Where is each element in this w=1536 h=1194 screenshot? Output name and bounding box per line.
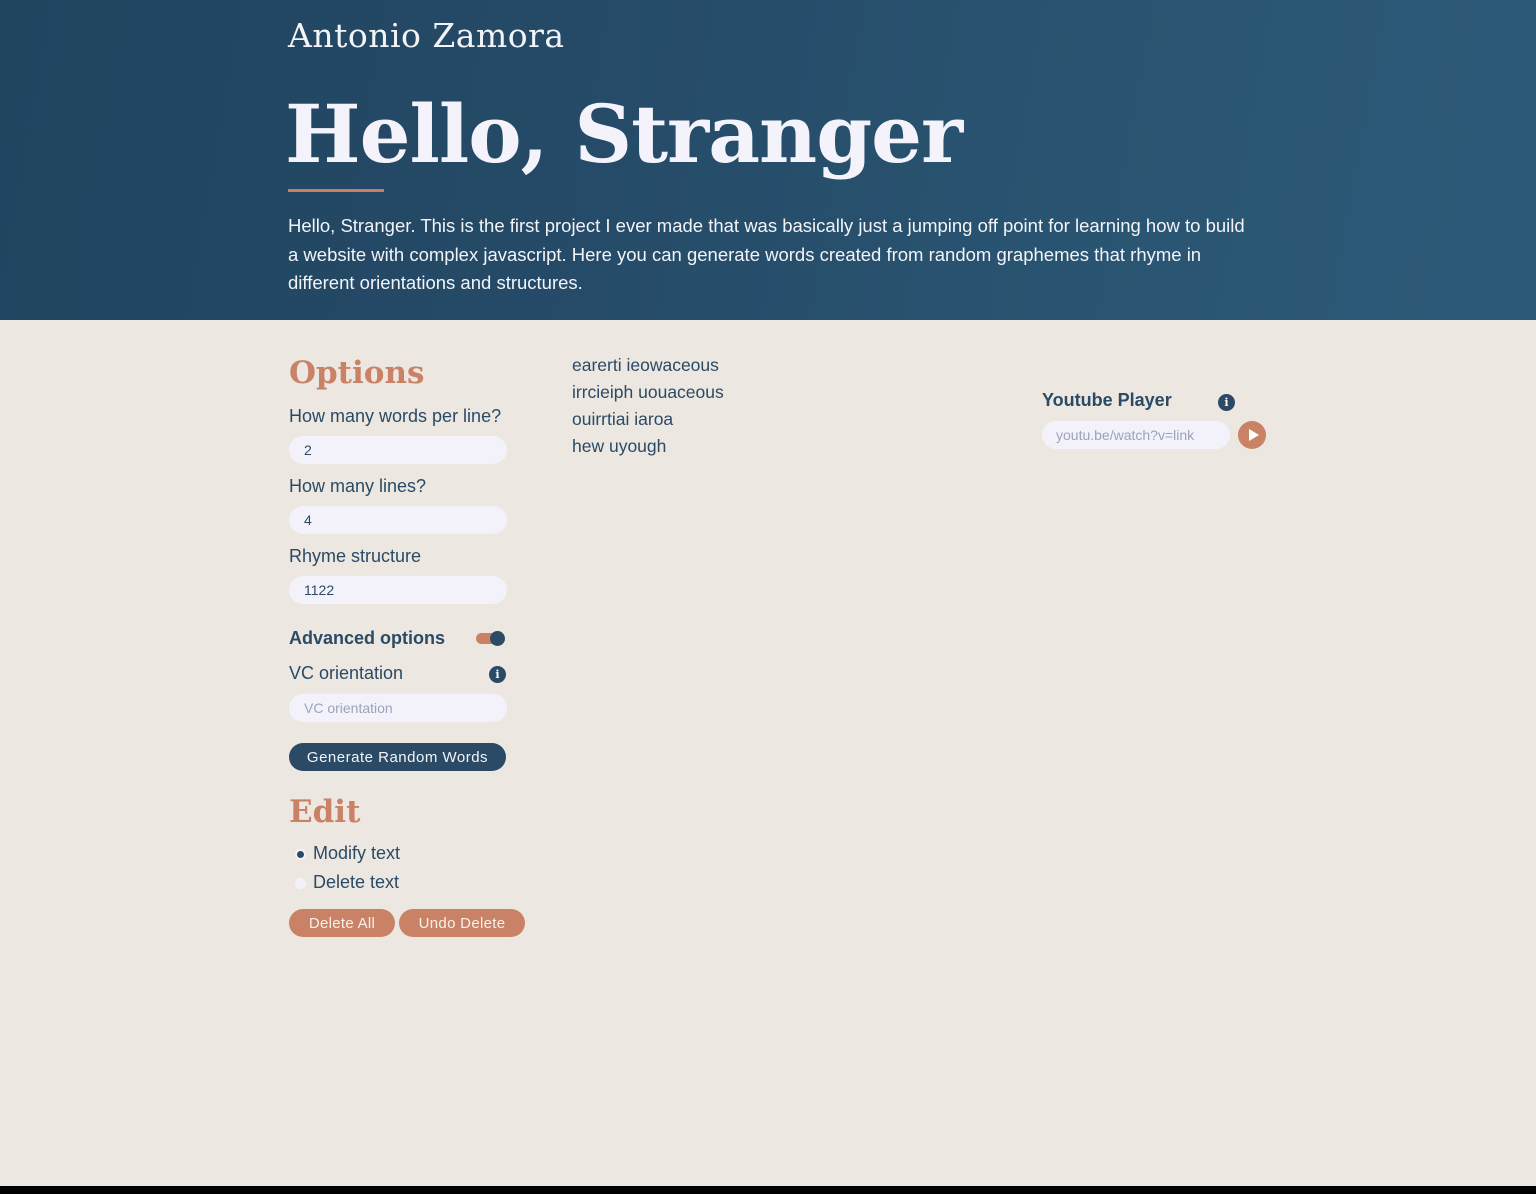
radio-unselected-icon[interactable] [295, 878, 306, 889]
bottom-bar [0, 1186, 1536, 1194]
title-underline [288, 189, 384, 192]
words-per-line-input[interactable] [289, 436, 507, 464]
youtube-play-button[interactable] [1238, 421, 1266, 449]
generated-line[interactable]: ouirrtiai iaroa [572, 406, 724, 433]
radio-label: Modify text [313, 843, 401, 863]
undo-delete-button[interactable]: Undo Delete [399, 909, 525, 937]
generate-random-words-button[interactable]: Generate Random Words [289, 743, 506, 771]
hero-banner: Antonio Zamora Hello, Stranger Hello, St… [0, 0, 1536, 320]
lines-input[interactable] [289, 506, 507, 534]
vc-orientation-label: VC orientation [289, 663, 404, 683]
radio-label: Delete text [313, 872, 400, 892]
generated-line[interactable]: hew uyough [572, 433, 724, 460]
edit-heading: Edit [289, 794, 361, 830]
options-heading: Options [289, 355, 425, 391]
youtube-link-input[interactable] [1042, 421, 1230, 449]
generated-line[interactable]: irrcieiph uouaceous [572, 379, 724, 406]
play-icon [1248, 429, 1259, 441]
radio-selected-icon[interactable] [295, 849, 306, 860]
intro-text: Hello, Stranger. This is the first proje… [288, 215, 1245, 293]
youtube-player-title: Youtube Player [1042, 390, 1172, 410]
info-icon[interactable]: i [1218, 394, 1235, 411]
page-title: Hello, Stranger [285, 87, 963, 181]
advanced-options-toggle[interactable] [476, 631, 506, 646]
info-icon[interactable]: i [489, 666, 506, 683]
advanced-options-label: Advanced options [289, 628, 446, 648]
author-name: Antonio Zamora [288, 16, 565, 55]
delete-all-button[interactable]: Delete All [289, 909, 395, 937]
generated-words-list: earerti ieowaceous irrcieiph uouaceous o… [572, 352, 724, 460]
rhyme-structure-input[interactable] [289, 576, 507, 604]
words-per-line-label: How many words per line? [289, 406, 502, 426]
vc-orientation-input[interactable] [289, 694, 507, 722]
generated-line[interactable]: earerti ieowaceous [572, 352, 724, 379]
lines-label: How many lines? [289, 476, 427, 496]
toggle-knob [490, 631, 505, 646]
rhyme-structure-label: Rhyme structure [289, 546, 422, 566]
